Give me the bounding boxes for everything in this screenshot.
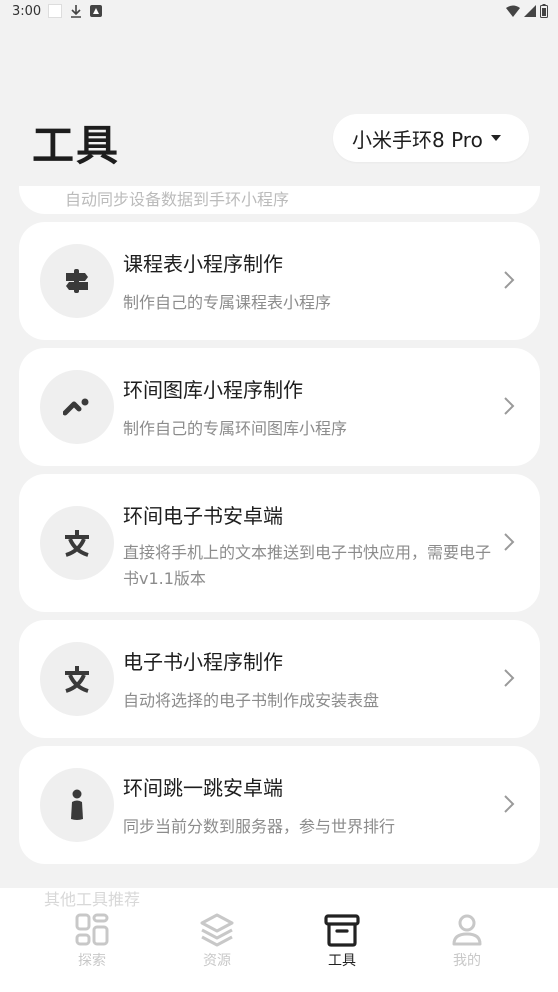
bottom-navigation: 其他工具推荐 探索 资源 工具 我的 [0, 888, 558, 992]
nav-item-profile[interactable]: 我的 [422, 912, 512, 970]
tool-list[interactable]: 自动同步设备数据到手环小程序 课程表小程序制作 制作自己的专属课程表小程序 环间… [0, 186, 558, 888]
chevron-right-icon [504, 533, 515, 551]
tool-title: 课程表小程序制作 [123, 252, 283, 276]
status-time: 3:00 [12, 4, 42, 19]
download-icon [71, 5, 81, 18]
status-notification-icons [48, 4, 102, 18]
nav-label: 我的 [453, 953, 481, 969]
battery-icon [540, 4, 548, 18]
device-selector-label: 小米手环8 Pro [352, 127, 483, 152]
tool-icon-circle [40, 370, 114, 444]
tool-card[interactable]: 课程表小程序制作 制作自己的专属课程表小程序 [19, 222, 540, 340]
tool-card[interactable]: 环间电子书安卓端 直接将手机上的文本推送到电子书快应用，需要电子书v1.1版本 [19, 474, 540, 612]
text-icon [65, 530, 89, 557]
tool-desc: 直接将手机上的文本推送到电子书快应用，需要电子书v1.1版本 [123, 543, 492, 588]
tool-desc: 制作自己的专属环间图库小程序 [123, 419, 348, 438]
wifi-icon [506, 5, 520, 17]
tool-card[interactable]: 环间图库小程序制作 制作自己的专属环间图库小程序 [19, 348, 540, 466]
device-selector[interactable]: 小米手环8 Pro [333, 114, 529, 162]
tool-card[interactable]: 环间跳一跳安卓端 同步当前分数到服务器，参与世界排行 [19, 746, 540, 864]
nav-label: 探索 [78, 953, 106, 969]
archive-icon [324, 914, 360, 947]
tool-title: 环间电子书安卓端 [123, 504, 283, 528]
tool-icon-circle [40, 244, 114, 318]
nav-label: 工具 [328, 953, 356, 969]
notification-square-icon [48, 4, 62, 18]
person-icon [452, 914, 482, 946]
grid-icon [75, 913, 109, 946]
nav-item-tools[interactable]: 工具 [297, 912, 387, 970]
section-hint: 其他工具推荐 [44, 890, 141, 909]
tool-card-partial-desc: 自动同步设备数据到手环小程序 [65, 190, 290, 209]
tool-desc: 制作自己的专属课程表小程序 [123, 293, 332, 312]
tool-card-partial[interactable]: 自动同步设备数据到手环小程序 [19, 186, 540, 214]
status-system-icons [506, 4, 548, 18]
signpost-icon [66, 269, 88, 293]
text-icon [65, 666, 89, 693]
pawn-icon [71, 789, 83, 820]
tool-title: 环间跳一跳安卓端 [123, 776, 283, 800]
tool-icon-circle [40, 506, 114, 580]
app-notification-icon [90, 5, 102, 17]
signal-icon [524, 5, 536, 17]
nav-item-explore[interactable]: 探索 [47, 912, 137, 970]
tool-title: 电子书小程序制作 [123, 650, 283, 674]
tool-icon-circle [40, 642, 114, 716]
chevron-right-icon [504, 271, 515, 289]
status-bar: 3:00 [0, 0, 558, 24]
nav-item-resources[interactable]: 资源 [172, 912, 262, 970]
tool-icon-circle [40, 768, 114, 842]
nav-label: 资源 [203, 953, 231, 969]
layers-icon [200, 913, 234, 947]
dropdown-arrow-icon [490, 135, 501, 141]
chevron-right-icon [504, 795, 515, 813]
page-title: 工具 [32, 121, 121, 170]
tool-title: 环间图库小程序制作 [123, 378, 303, 402]
chevron-right-icon [504, 669, 515, 687]
brush-icon [63, 398, 89, 416]
tool-desc: 自动将选择的电子书制作成安装表盘 [123, 691, 380, 710]
tool-card[interactable]: 电子书小程序制作 自动将选择的电子书制作成安装表盘 [19, 620, 540, 738]
tool-desc: 同步当前分数到服务器，参与世界排行 [123, 817, 396, 836]
chevron-right-icon [504, 397, 515, 415]
